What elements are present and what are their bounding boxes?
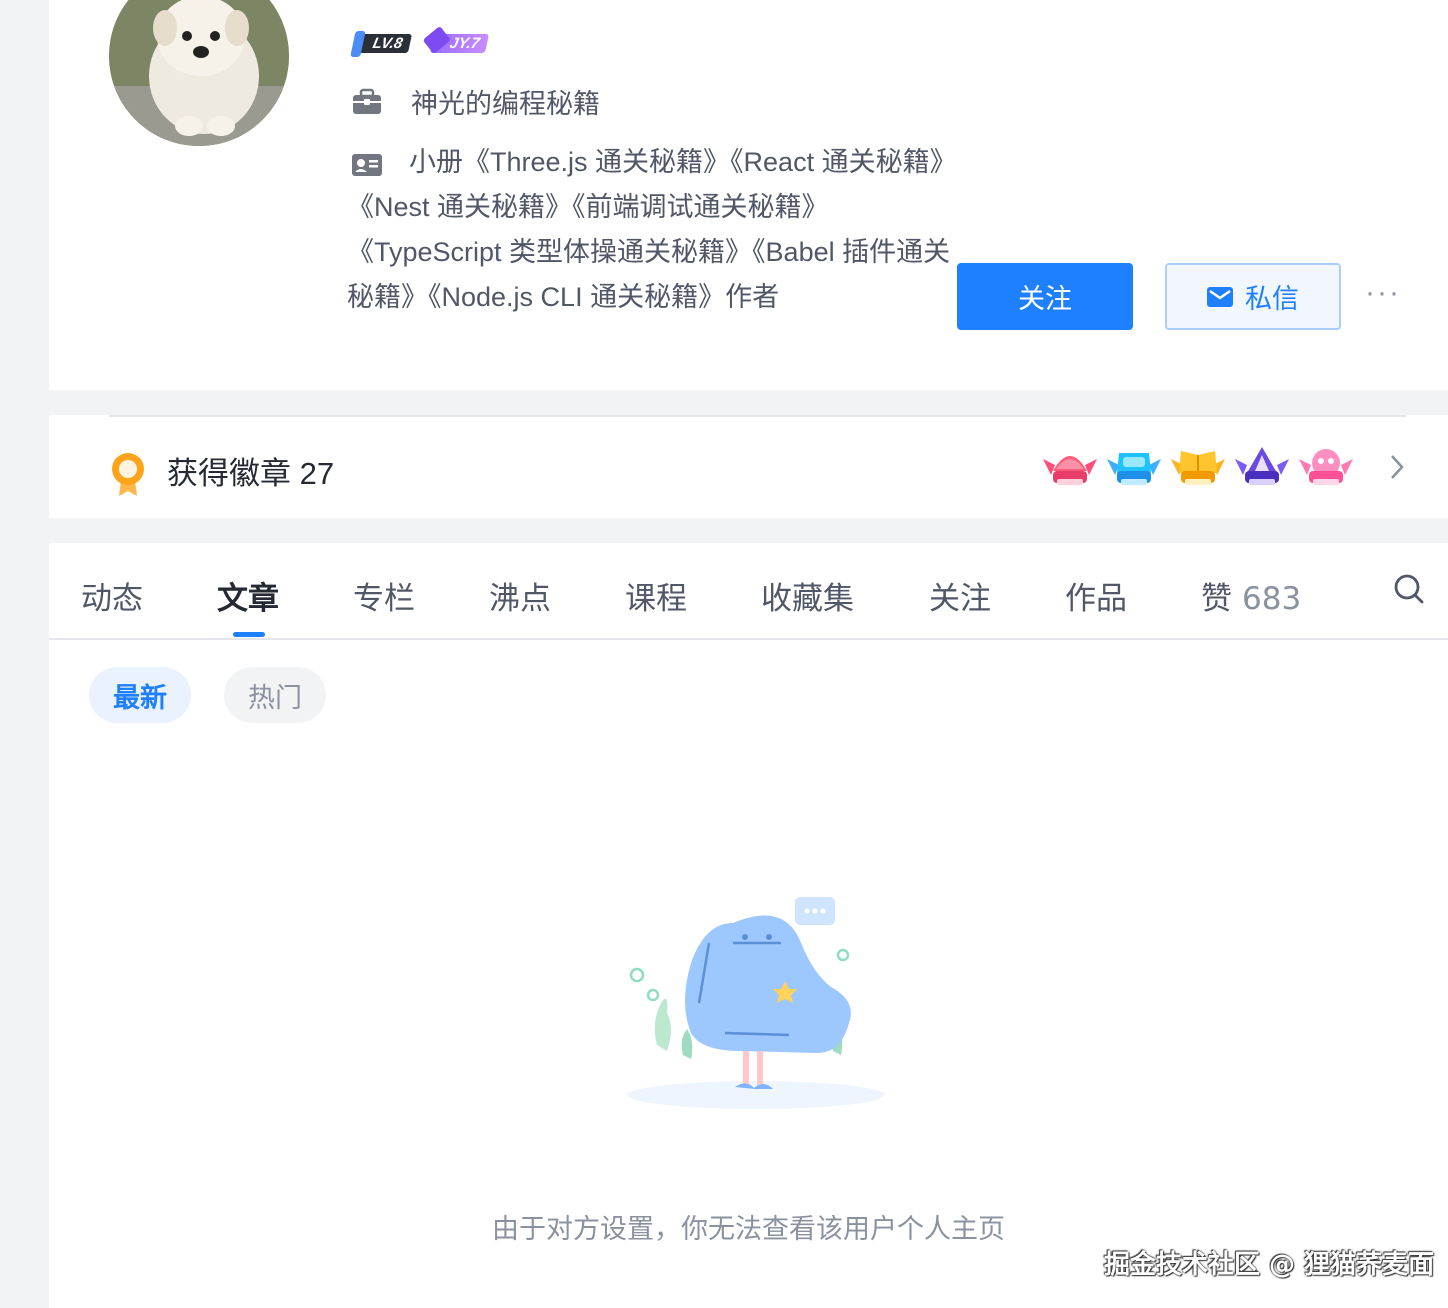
book-badge-icon xyxy=(1171,451,1225,485)
bio-text: 小册《Three.js 通关秘籍》《React 通关秘籍》《Nest 通关秘籍》… xyxy=(347,147,957,312)
jy-badge-text: JY.7 xyxy=(430,33,490,53)
pink-badge-icon xyxy=(1299,449,1353,485)
filter-latest-button[interactable]: 最新 xyxy=(89,667,191,723)
cloud-badge-icon xyxy=(1107,453,1161,485)
pen-badge-icon xyxy=(1235,447,1289,485)
mail-icon xyxy=(1207,286,1233,307)
company-text: 神光的编程秘籍 xyxy=(411,89,600,119)
empty-state-illustration xyxy=(628,897,884,1109)
chevron-right-icon[interactable] xyxy=(1387,453,1407,481)
bio: 小册《Three.js 通关秘籍》《React 通关秘籍》《Nest 通关秘籍》… xyxy=(347,140,959,320)
follow-button[interactable]: 关注 xyxy=(957,263,1133,330)
badges-count-label: 获得徽章 27 xyxy=(167,456,335,491)
tab-following[interactable]: 关注 xyxy=(929,573,991,618)
message-button-label: 私信 xyxy=(1245,284,1299,315)
divider xyxy=(109,415,1406,417)
tab-works[interactable]: 作品 xyxy=(1065,573,1127,618)
level-badge[interactable]: LV.8 xyxy=(354,32,413,54)
tab-courses[interactable]: 课程 xyxy=(625,573,687,618)
tab-bar: 动态 文章 专栏 沸点 课程 收藏集 关注 作品 赞 683 xyxy=(49,543,1448,640)
briefcase-icon xyxy=(353,88,381,114)
more-options-button[interactable]: ··· xyxy=(1365,276,1401,310)
content-card: 动态 文章 专栏 沸点 课程 收藏集 关注 作品 赞 683 最新 热门 由于对… xyxy=(49,543,1448,1308)
search-icon[interactable] xyxy=(1393,573,1425,605)
level-badge-text: LV.8 xyxy=(354,33,413,53)
dog-avatar-image xyxy=(109,0,289,146)
message-button[interactable]: 私信 xyxy=(1165,263,1341,330)
tab-activity[interactable]: 动态 xyxy=(81,573,143,618)
tab-columns[interactable]: 专栏 xyxy=(353,573,415,618)
tab-collections[interactable]: 收藏集 xyxy=(761,573,854,618)
badge-icons xyxy=(1041,445,1355,489)
likes-count: 683 xyxy=(1242,581,1302,617)
company-line: 神光的编程秘籍 xyxy=(351,82,600,121)
tab-likes-label: 赞 xyxy=(1201,581,1232,617)
tab-likes[interactable]: 赞 683 xyxy=(1201,573,1301,618)
avatar[interactable] xyxy=(109,0,289,146)
profile-card: LV.8 JY.7 神光的编程秘籍 小册《Three.js 通关秘籍》《Reac… xyxy=(49,0,1448,390)
watermelon-badge-icon xyxy=(1043,456,1097,485)
active-tab-indicator xyxy=(233,632,265,637)
watermark: 掘金技术社区 @ 狸猫荞麦面 xyxy=(1104,1250,1435,1280)
jy-badge[interactable]: JY.7 xyxy=(430,32,490,54)
empty-state-message: 由于对方设置，你无法查看该用户个人主页 xyxy=(492,1214,1005,1244)
badges-card[interactable]: 获得徽章 27 xyxy=(49,415,1448,518)
tab-pins[interactable]: 沸点 xyxy=(489,573,551,618)
tab-articles[interactable]: 文章 xyxy=(217,573,279,618)
id-card-icon xyxy=(352,154,382,176)
filter-hot-button[interactable]: 热门 xyxy=(224,667,326,723)
level-badges: LV.8 JY.7 xyxy=(354,32,490,54)
medal-icon xyxy=(112,453,144,496)
